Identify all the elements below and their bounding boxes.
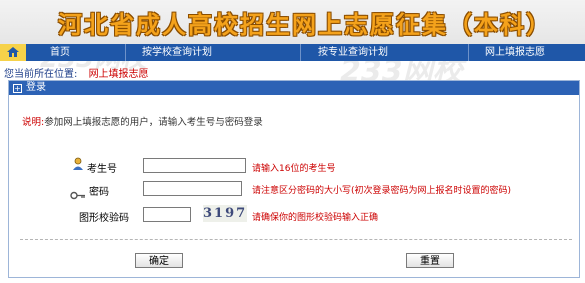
main-navbar: 首页 按学校查询计划 按专业查询计划 网上填报志愿 bbox=[0, 44, 585, 61]
login-panel: + 登录 说明:参加网上填报志愿的用户，请输入考生号与密码登录 考生号 请输入1… bbox=[8, 80, 580, 278]
nav-fill-application[interactable]: 网上填报志愿 bbox=[485, 44, 545, 61]
note-label: 说明: bbox=[22, 117, 45, 128]
reset-button[interactable]: 重置 bbox=[406, 253, 454, 268]
password-input[interactable] bbox=[143, 181, 242, 196]
captcha-input[interactable] bbox=[143, 207, 191, 222]
password-label: 密码 bbox=[89, 187, 109, 198]
banner-title: 河北省成人高校招生网上志愿征集（本科） bbox=[58, 11, 552, 39]
nav-separator bbox=[125, 44, 126, 61]
nav-home[interactable]: 首页 bbox=[50, 44, 70, 61]
captcha-hint: 请确保你的图形校验码输入正确 bbox=[252, 213, 379, 223]
nav-by-school[interactable]: 按学校查询计划 bbox=[142, 44, 212, 61]
breadcrumb-prefix: 您当前所在位置: bbox=[4, 69, 78, 80]
nav-separator bbox=[300, 44, 301, 61]
captcha-image[interactable]: 3197 bbox=[203, 205, 247, 222]
form-divider bbox=[20, 239, 572, 240]
login-note: 说明:参加网上填报志愿的用户，请输入考生号与密码登录 bbox=[22, 114, 263, 128]
panel-title: 登录 bbox=[26, 82, 46, 93]
exam-id-hint: 请输入16位的考生号 bbox=[252, 164, 336, 174]
note-text: 参加网上填报志愿的用户，请输入考生号与密码登录 bbox=[44, 117, 263, 128]
nav-separator bbox=[468, 44, 469, 61]
password-hint: 请注意区分密码的大小写(初次登录密码为网上报名时设置的密码) bbox=[252, 186, 512, 196]
exam-id-label: 考生号 bbox=[87, 164, 117, 175]
breadcrumb-current[interactable]: 网上填报志愿 bbox=[89, 69, 149, 80]
confirm-button[interactable]: 确定 bbox=[135, 253, 183, 268]
captcha-label: 图形校验码 bbox=[79, 213, 129, 224]
key-icon bbox=[70, 185, 86, 204]
exam-id-input[interactable] bbox=[143, 158, 246, 173]
user-icon bbox=[72, 156, 84, 175]
header-banner: 河北省成人高校招生网上志愿征集（本科） bbox=[0, 0, 585, 44]
home-icon[interactable] bbox=[0, 44, 26, 61]
nav-by-major[interactable]: 按专业查询计划 bbox=[318, 44, 388, 61]
breadcrumb: 您当前所在位置: 网上填报志愿 bbox=[4, 65, 149, 80]
panel-header: + 登录 bbox=[9, 81, 579, 95]
expand-icon[interactable]: + bbox=[13, 84, 22, 93]
